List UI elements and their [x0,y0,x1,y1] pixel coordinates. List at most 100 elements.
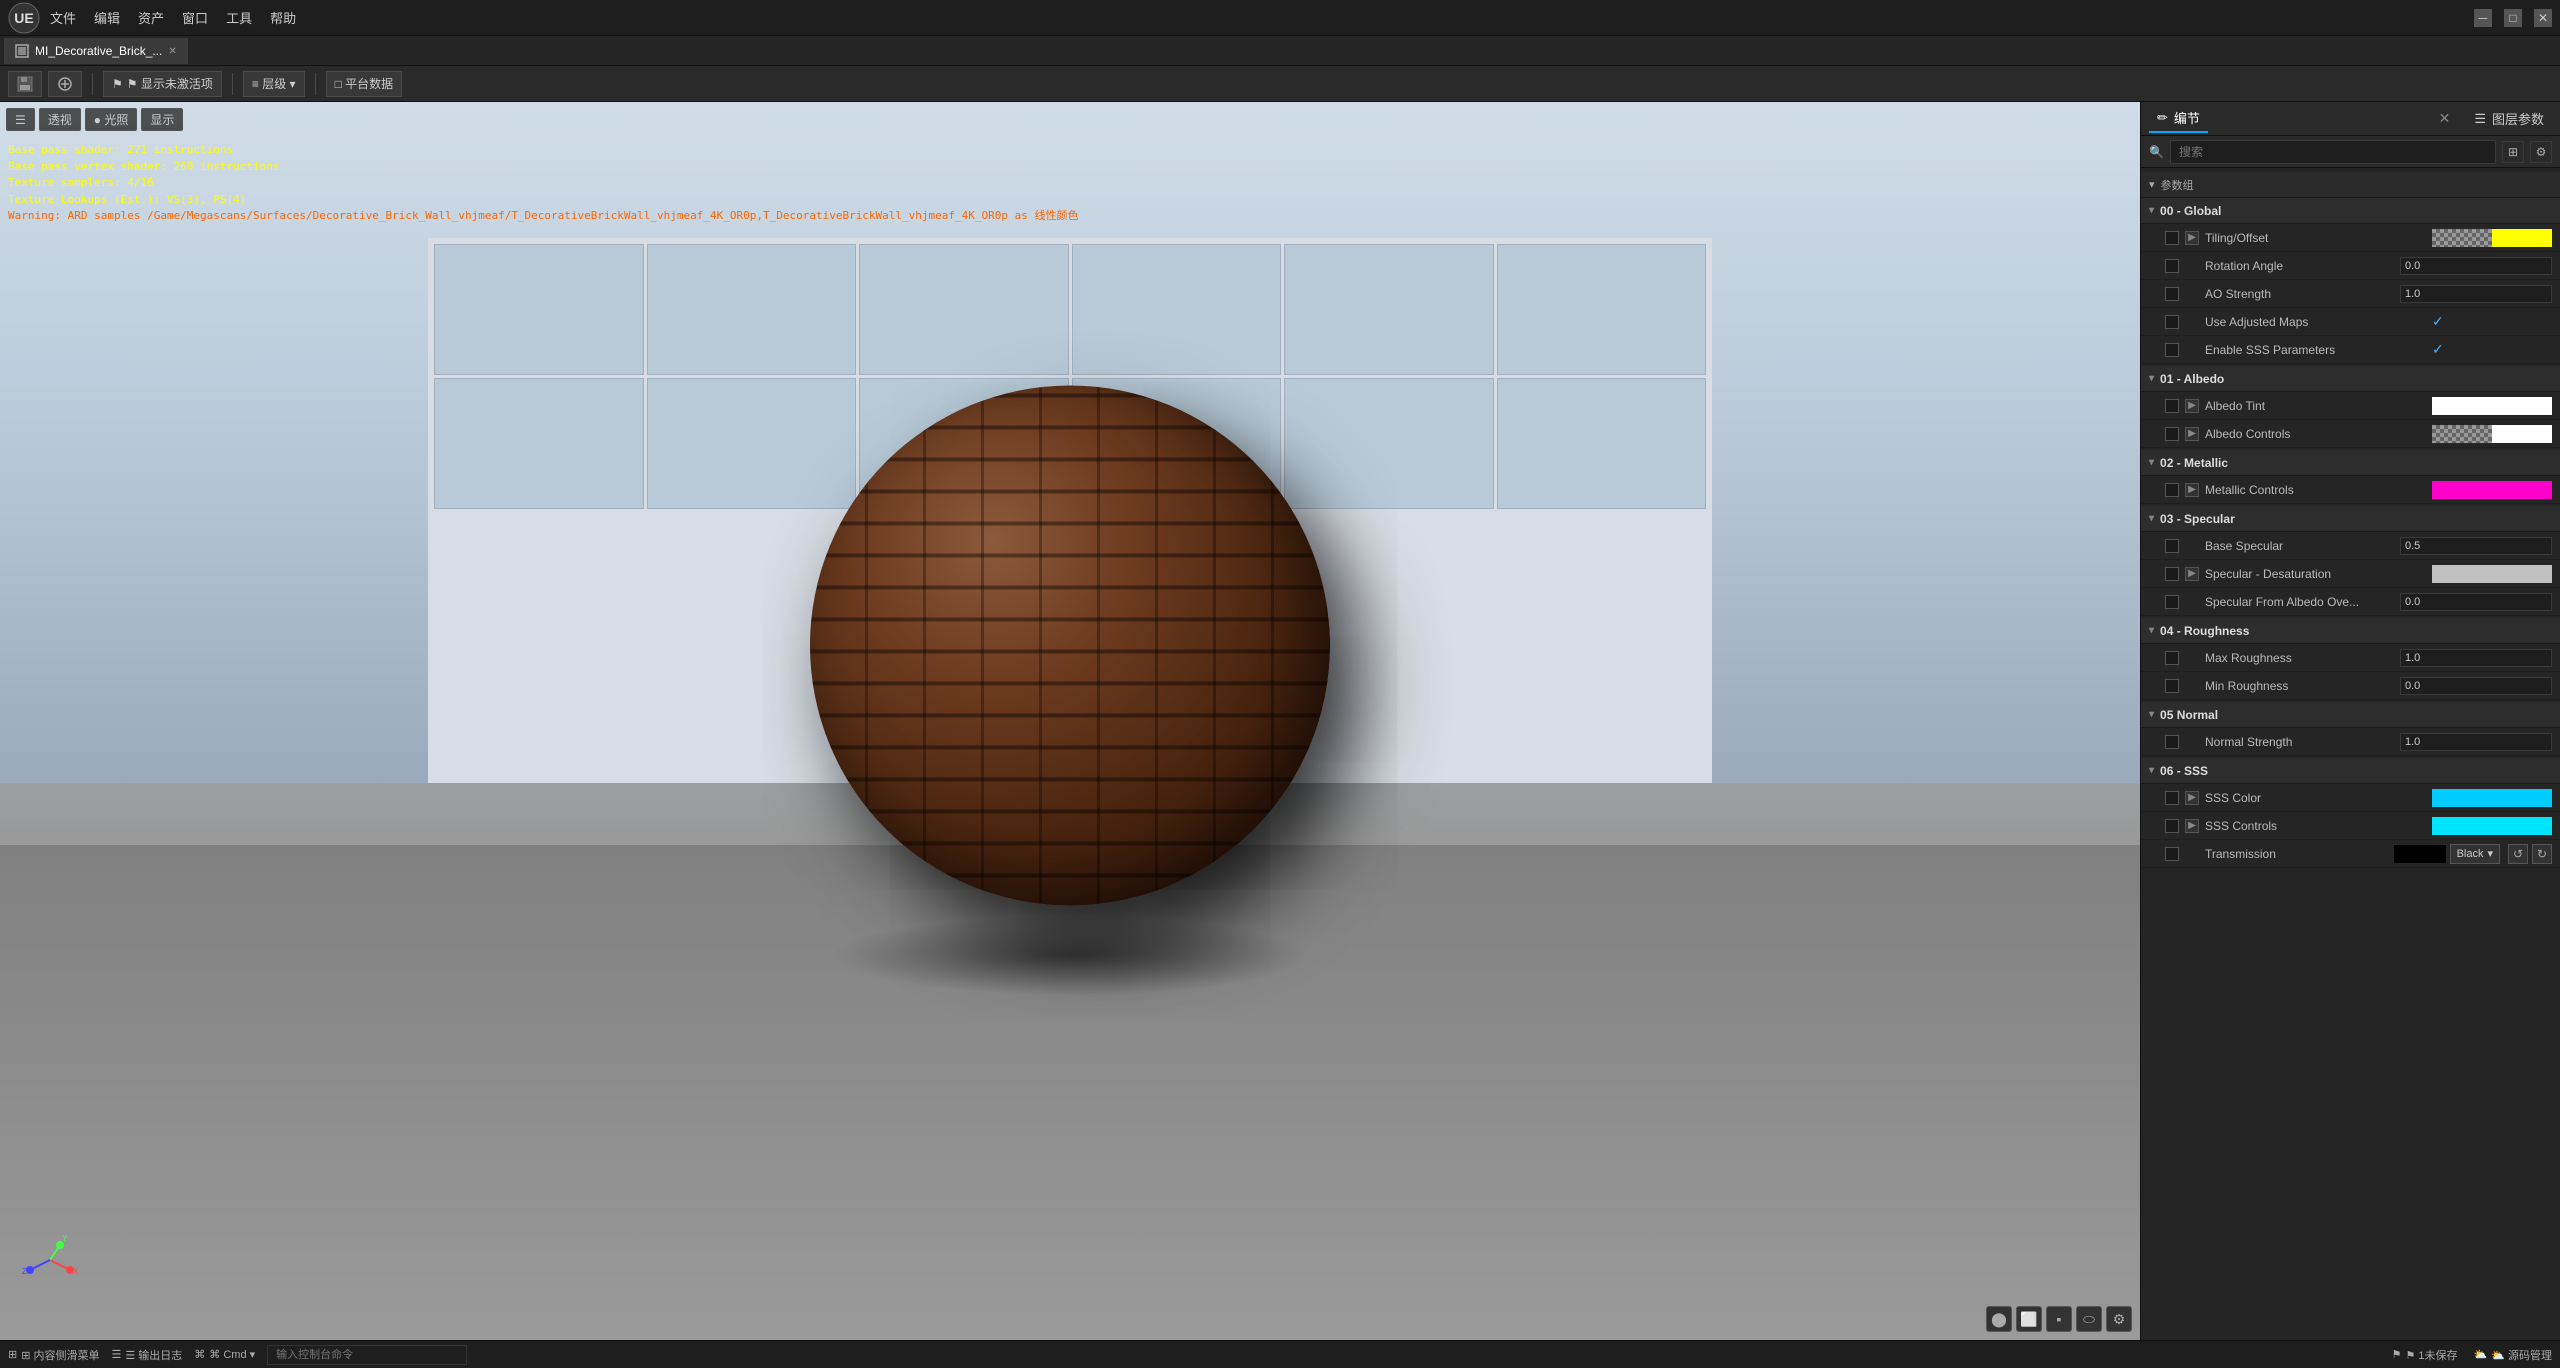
save-icon [17,76,33,92]
menu-tools[interactable]: 工具 [226,8,252,27]
perspective-mode-button[interactable]: 透视 [39,108,81,131]
section-sss-header[interactable]: ▾ 06 - SSS [2141,758,2560,784]
section-arrow-sss: ▾ [2149,765,2154,776]
cube-preview-btn[interactable]: ▪ [2046,1306,2072,1332]
content-browser-btn[interactable]: ⊞ ⊞ 内容侧滑菜单 [8,1347,100,1363]
param-checkbox-sss-enable[interactable] [2165,343,2179,357]
params-group-label[interactable]: ▾ 参数组 [2141,172,2560,198]
color-swatch-sss-controls[interactable] [2432,817,2552,835]
param-checkbox-tiling[interactable] [2165,231,2179,245]
minimize-button[interactable]: ─ [2474,9,2492,27]
show-inactive-button[interactable]: ⚑ ⚑ 显示未激活项 [103,71,222,97]
settings-preview-btn[interactable]: ⚙ [2106,1306,2132,1332]
param-checkbox-specular-albedo[interactable] [2165,595,2179,609]
hamburger-menu-button[interactable]: ☰ [6,108,35,131]
param-row-albedo-tint: ▶ Albedo Tint [2141,392,2560,420]
transmission-dropdown[interactable]: Black ▾ [2450,844,2500,864]
param-row-ao: AO Strength [2141,280,2560,308]
plane-preview-btn[interactable]: ⬜ [2016,1306,2042,1332]
param-checkbox-rotation[interactable] [2165,259,2179,273]
param-checkbox-sss-controls[interactable] [2165,819,2179,833]
toolbar: ⚑ ⚑ 显示未激活项 ≡ 层级 ▾ □ 平台数据 [0,66,2560,102]
specular-albedo-input[interactable] [2400,593,2552,611]
base-specular-input[interactable] [2400,537,2552,555]
section-specular-header[interactable]: ▾ 03 - Specular [2141,506,2560,532]
param-expand-tiling[interactable]: ▶ [2185,231,2199,245]
param-value-albedo-controls [2432,425,2552,443]
param-expand-sss-controls[interactable]: ▶ [2185,819,2199,833]
menu-file[interactable]: 文件 [50,8,76,27]
menu-help[interactable]: 帮助 [270,8,296,27]
section-global-header[interactable]: ▾ 00 - Global [2141,198,2560,224]
normal-strength-input[interactable] [2400,733,2552,751]
param-expand-sss-color[interactable]: ▶ [2185,791,2199,805]
section-normal-header[interactable]: ▾ 05 Normal [2141,702,2560,728]
ao-strength-input[interactable] [2400,285,2552,303]
menu-edit[interactable]: 编辑 [94,8,120,27]
cmd-btn[interactable]: ⌘ ⌘ Cmd ▾ [194,1348,255,1361]
panel-content[interactable]: ▾ 参数组 ▾ 00 - Global ▶ Tiling/Offset [2141,168,2560,1340]
color-swatch-albedo-tint[interactable] [2432,397,2552,415]
color-swatch-specular-desat[interactable] [2432,565,2552,583]
param-checkbox-albedo-controls[interactable] [2165,427,2179,441]
max-roughness-input[interactable] [2400,649,2552,667]
param-checkbox-ao[interactable] [2165,287,2179,301]
swatch-white-2 [2492,397,2552,415]
param-checkbox-normal-strength[interactable] [2165,735,2179,749]
param-checkbox-max-roughness[interactable] [2165,651,2179,665]
save-all-button[interactable] [8,71,42,97]
section-albedo-header[interactable]: ▾ 01 - Albedo [2141,366,2560,392]
close-button[interactable]: ✕ [2534,9,2552,27]
section-metallic-header[interactable]: ▾ 02 - Metallic [2141,450,2560,476]
color-swatch-tiling[interactable] [2432,229,2552,247]
grid-view-button[interactable]: ⊞ [2502,141,2524,163]
browse-button[interactable] [48,71,82,97]
section-albedo: ▾ 01 - Albedo ▶ Albedo Tint [2141,366,2560,448]
source-control-btn[interactable]: ⛅ ⛅ 源码管理 [2474,1347,2552,1363]
color-swatch-sss-color[interactable] [2432,789,2552,807]
param-checkbox-adjusted[interactable] [2165,315,2179,329]
param-expand-metallic[interactable]: ▶ [2185,483,2199,497]
settings-button[interactable]: ⚙ [2530,141,2552,163]
output-log-icon: ☰ [112,1348,122,1361]
param-expand-specular-desat[interactable]: ▶ [2185,567,2199,581]
viewport[interactable]: ☰ 透视 ● 光照 显示 Base pass shader: 271 instr… [0,102,2140,1340]
nav-forward-btn[interactable]: ↻ [2532,844,2552,864]
output-log-btn[interactable]: ☰ ☰ 输出日志 [112,1347,183,1363]
param-checkbox-albedo-tint[interactable] [2165,399,2179,413]
console-input[interactable] [267,1345,467,1365]
rotation-angle-input[interactable] [2400,257,2552,275]
layers-tab[interactable]: ☰ 图层参数 [2466,105,2552,132]
edit-icon: ✏ [2157,110,2168,126]
active-tab[interactable]: MI_Decorative_Brick_... ✕ [4,38,188,64]
section-roughness-header[interactable]: ▾ 04 - Roughness [2141,618,2560,644]
param-expand-albedo-tint[interactable]: ▶ [2185,399,2199,413]
color-swatch-metallic[interactable] [2432,481,2552,499]
param-value-sss-color [2432,789,2552,807]
platform-button[interactable]: □ 平台数据 [326,71,403,97]
lighting-mode-button[interactable]: ● 光照 [85,108,138,131]
search-input[interactable] [2170,140,2496,164]
panel-close-btn[interactable]: ✕ [2439,110,2451,127]
menu-assets[interactable]: 资产 [138,8,164,27]
param-checkbox-sss-color[interactable] [2165,791,2179,805]
min-roughness-input[interactable] [2400,677,2552,695]
param-expand-albedo-controls[interactable]: ▶ [2185,427,2199,441]
unsaved-indicator[interactable]: ⚑ ⚑ 1未保存 [2392,1347,2458,1363]
maximize-button[interactable]: □ [2504,9,2522,27]
transmission-black-swatch[interactable] [2394,845,2446,863]
param-checkbox-min-roughness[interactable] [2165,679,2179,693]
menu-window[interactable]: 窗口 [182,8,208,27]
sphere-preview-btn[interactable]: ⬤ [1986,1306,2012,1332]
cylinder-preview-btn[interactable]: ⬭ [2076,1306,2102,1332]
param-checkbox-base-specular[interactable] [2165,539,2179,553]
param-checkbox-transmission[interactable] [2165,847,2179,861]
color-swatch-albedo-controls[interactable] [2432,425,2552,443]
display-mode-button[interactable]: 显示 [141,108,183,131]
tab-close-btn[interactable]: ✕ [168,46,176,57]
editor-tab[interactable]: ✏ ✏ 编节 编节 [2149,104,2208,133]
layers-button[interactable]: ≡ 层级 ▾ [243,71,305,97]
nav-back-btn[interactable]: ↺ [2508,844,2528,864]
param-checkbox-metallic[interactable] [2165,483,2179,497]
param-checkbox-specular-desat[interactable] [2165,567,2179,581]
